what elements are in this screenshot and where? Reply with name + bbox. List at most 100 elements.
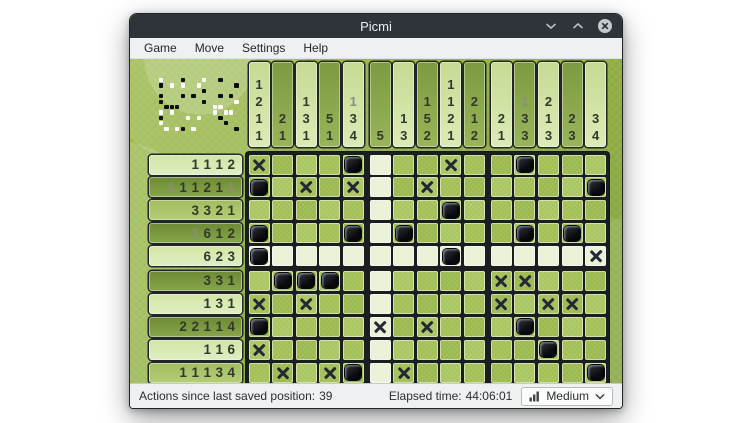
cell-r5-c15[interactable] — [585, 246, 606, 266]
cell-r4-c11[interactable] — [491, 223, 512, 243]
cell-r1-c1[interactable] — [249, 155, 270, 175]
cell-r4-c12[interactable] — [514, 223, 535, 243]
cell-r4-c5[interactable] — [343, 223, 364, 243]
titlebar[interactable]: Picmi — [130, 14, 622, 38]
cell-r4-c13[interactable] — [538, 223, 559, 243]
cell-r4-c3[interactable] — [296, 223, 317, 243]
cell-r2-c7[interactable] — [393, 177, 414, 197]
cell-r7-c5[interactable] — [343, 294, 364, 314]
cell-r9-c4[interactable] — [319, 340, 340, 360]
minimize-button[interactable] — [543, 18, 559, 34]
cell-r8-c13[interactable] — [538, 317, 559, 337]
cell-r3-c2[interactable] — [272, 200, 293, 220]
cell-r1-c3[interactable] — [296, 155, 317, 175]
cell-r2-c3[interactable] — [296, 177, 317, 197]
cell-r10-c11[interactable] — [491, 363, 512, 383]
cell-r3-c11[interactable] — [491, 200, 512, 220]
cell-r9-c2[interactable] — [272, 340, 293, 360]
cell-r5-c11[interactable] — [491, 246, 512, 266]
cell-r9-c3[interactable] — [296, 340, 317, 360]
cell-r5-c5[interactable] — [343, 246, 364, 266]
cell-r10-c10[interactable] — [464, 363, 485, 383]
cell-r6-c6[interactable] — [370, 271, 391, 291]
cell-r3-c5[interactable] — [343, 200, 364, 220]
cell-r8-c1[interactable] — [249, 317, 270, 337]
cell-r4-c8[interactable] — [417, 223, 438, 243]
cell-r2-c12[interactable] — [514, 177, 535, 197]
cell-r7-c4[interactable] — [319, 294, 340, 314]
cell-r9-c1[interactable] — [249, 340, 270, 360]
cell-r10-c3[interactable] — [296, 363, 317, 383]
cell-r2-c13[interactable] — [538, 177, 559, 197]
cell-r1-c10[interactable] — [464, 155, 485, 175]
cell-r7-c9[interactable] — [440, 294, 461, 314]
cell-r2-c1[interactable] — [249, 177, 270, 197]
cell-r1-c15[interactable] — [585, 155, 606, 175]
cell-r7-c6[interactable] — [370, 294, 391, 314]
cell-r1-c7[interactable] — [393, 155, 414, 175]
menu-item-settings[interactable]: Settings — [233, 38, 294, 58]
cell-r2-c14[interactable] — [562, 177, 583, 197]
cell-r4-c9[interactable] — [440, 223, 461, 243]
cell-r10-c14[interactable] — [562, 363, 583, 383]
cell-r6-c13[interactable] — [538, 271, 559, 291]
cell-r4-c10[interactable] — [464, 223, 485, 243]
cell-r3-c15[interactable] — [585, 200, 606, 220]
difficulty-dropdown[interactable]: Medium — [521, 387, 613, 406]
cell-r5-c13[interactable] — [538, 246, 559, 266]
cell-r5-c6[interactable] — [370, 246, 391, 266]
cell-r10-c4[interactable] — [319, 363, 340, 383]
cell-r10-c13[interactable] — [538, 363, 559, 383]
cell-r7-c14[interactable] — [562, 294, 583, 314]
cell-r9-c13[interactable] — [538, 340, 559, 360]
cell-r6-c9[interactable] — [440, 271, 461, 291]
cell-r1-c11[interactable] — [491, 155, 512, 175]
cell-r3-c13[interactable] — [538, 200, 559, 220]
cell-r7-c2[interactable] — [272, 294, 293, 314]
cell-r1-c14[interactable] — [562, 155, 583, 175]
cell-r3-c14[interactable] — [562, 200, 583, 220]
cell-r5-c14[interactable] — [562, 246, 583, 266]
cell-r8-c7[interactable] — [393, 317, 414, 337]
cell-r5-c10[interactable] — [464, 246, 485, 266]
cell-r6-c8[interactable] — [417, 271, 438, 291]
cell-r6-c10[interactable] — [464, 271, 485, 291]
cell-r7-c8[interactable] — [417, 294, 438, 314]
cell-r7-c3[interactable] — [296, 294, 317, 314]
cell-r3-c6[interactable] — [370, 200, 391, 220]
cell-r10-c12[interactable] — [514, 363, 535, 383]
cell-r4-c1[interactable] — [249, 223, 270, 243]
cell-r2-c9[interactable] — [440, 177, 461, 197]
cell-r5-c12[interactable] — [514, 246, 535, 266]
cell-r7-c10[interactable] — [464, 294, 485, 314]
cell-r10-c9[interactable] — [440, 363, 461, 383]
cell-r3-c12[interactable] — [514, 200, 535, 220]
cell-r10-c15[interactable] — [585, 363, 606, 383]
cell-r9-c9[interactable] — [440, 340, 461, 360]
cell-r1-c2[interactable] — [272, 155, 293, 175]
cell-r8-c5[interactable] — [343, 317, 364, 337]
cell-r3-c8[interactable] — [417, 200, 438, 220]
cell-r6-c14[interactable] — [562, 271, 583, 291]
cell-r10-c8[interactable] — [417, 363, 438, 383]
cell-r7-c15[interactable] — [585, 294, 606, 314]
menu-item-move[interactable]: Move — [186, 38, 233, 58]
cell-r1-c4[interactable] — [319, 155, 340, 175]
cell-r1-c12[interactable] — [514, 155, 535, 175]
cell-r6-c4[interactable] — [319, 271, 340, 291]
cell-r2-c6[interactable] — [370, 177, 391, 197]
cell-r9-c6[interactable] — [370, 340, 391, 360]
cell-r4-c6[interactable] — [370, 223, 391, 243]
cell-r9-c11[interactable] — [491, 340, 512, 360]
cell-r6-c7[interactable] — [393, 271, 414, 291]
cell-r8-c3[interactable] — [296, 317, 317, 337]
cell-r2-c11[interactable] — [491, 177, 512, 197]
cell-r5-c7[interactable] — [393, 246, 414, 266]
cell-r5-c8[interactable] — [417, 246, 438, 266]
cell-r9-c15[interactable] — [585, 340, 606, 360]
cell-r8-c12[interactable] — [514, 317, 535, 337]
cell-r9-c7[interactable] — [393, 340, 414, 360]
cell-r1-c6[interactable] — [370, 155, 391, 175]
cell-r10-c6[interactable] — [370, 363, 391, 383]
cell-r3-c4[interactable] — [319, 200, 340, 220]
